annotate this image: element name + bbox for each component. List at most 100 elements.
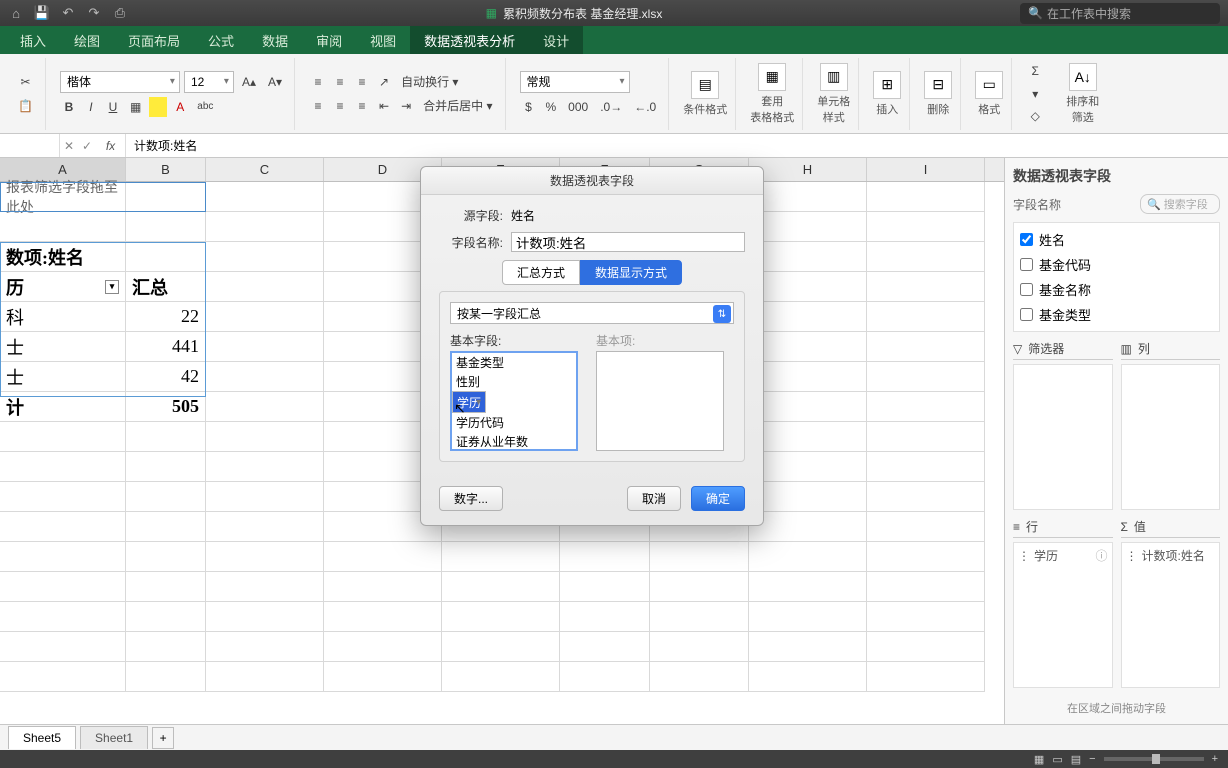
cond-format-group[interactable]: ▤条件格式 <box>675 58 736 130</box>
columns-area[interactable]: ▥列 <box>1121 340 1221 510</box>
decrease-indent-icon[interactable]: ⇤ <box>375 96 393 116</box>
list-item[interactable]: 证券从业年数 <box>452 432 576 451</box>
cut-icon[interactable]: ✂ <box>14 72 37 92</box>
pivot-header-values[interactable]: 数项:姓名 <box>0 242 126 272</box>
pivot-row-value[interactable]: 22 <box>126 302 206 332</box>
wrap-text-button[interactable]: 自动换行 ▾ <box>397 72 462 92</box>
pivot-total-header[interactable]: 汇总 <box>126 272 206 302</box>
list-item[interactable]: 学历代码 <box>452 413 576 432</box>
base-field-list[interactable]: 基金类型 性别 学历 学历代码 证券从业年数 任职天数 <box>450 351 578 451</box>
sheet-tab[interactable]: Sheet1 <box>80 726 148 749</box>
pivot-row-value[interactable]: 441 <box>126 332 206 362</box>
tab-insert[interactable]: 插入 <box>6 26 60 54</box>
orientation-icon[interactable]: ↗ <box>375 72 393 92</box>
paste-icon[interactable]: 📋 <box>14 96 37 116</box>
autosum-icon[interactable]: Σ <box>1026 62 1044 81</box>
list-item-selected[interactable]: 学历 <box>452 391 486 413</box>
tab-formula[interactable]: 公式 <box>194 26 248 54</box>
pivot-grand-total-value[interactable]: 505 <box>126 392 206 422</box>
increase-decimal-icon[interactable]: .0→ <box>596 97 626 117</box>
home-icon[interactable]: ⌂ <box>8 5 24 21</box>
formula-value[interactable]: 计数项:姓名 <box>126 137 1228 154</box>
font-color-icon[interactable]: A <box>171 97 189 117</box>
align-left-icon[interactable]: ≡ <box>309 96 327 116</box>
pivot-row-label[interactable]: 士 <box>0 332 126 362</box>
field-checkbox[interactable] <box>1020 233 1033 246</box>
decrease-decimal-icon[interactable]: ←.0 <box>630 97 660 117</box>
field-checkbox[interactable] <box>1020 308 1033 321</box>
currency-icon[interactable]: $ <box>520 97 538 117</box>
phonetic-icon[interactable]: abc <box>193 97 217 117</box>
field-item[interactable]: 基金代码 <box>1018 252 1215 277</box>
fx-icon[interactable]: fx <box>96 134 126 157</box>
insert-cells-group[interactable]: ⊞插入 <box>865 58 910 130</box>
tab-design[interactable]: 设计 <box>529 26 583 54</box>
tab-view[interactable]: 视图 <box>356 26 410 54</box>
cancel-button[interactable]: 取消 <box>627 486 681 511</box>
field-checkbox[interactable] <box>1020 283 1033 296</box>
align-center-icon[interactable]: ≡ <box>331 96 349 116</box>
bold-button[interactable]: B <box>60 97 78 117</box>
cell-styles-group[interactable]: ▥单元格 样式 <box>809 58 859 130</box>
pivot-row-value[interactable]: 42 <box>126 362 206 392</box>
row-filter-dropdown-icon[interactable]: ▾ <box>105 280 119 294</box>
field-item[interactable]: 基金类型 <box>1018 302 1215 327</box>
sort-filter-group[interactable]: A↓排序和 筛选 <box>1058 58 1107 130</box>
align-top-icon[interactable]: ≡ <box>309 72 327 92</box>
clear-icon[interactable]: ◇ <box>1026 107 1044 126</box>
col-I[interactable]: I <box>867 158 985 181</box>
number-format-button[interactable]: 数字... <box>439 486 503 511</box>
table-format-group[interactable]: ▦套用 表格格式 <box>742 58 803 130</box>
align-middle-icon[interactable]: ≡ <box>331 72 349 92</box>
field-search-input[interactable]: 🔍 搜索字段 <box>1140 194 1220 214</box>
tab-data[interactable]: 数据 <box>248 26 302 54</box>
tab-summarize-by[interactable]: 汇总方式 <box>502 260 580 285</box>
view-break-icon[interactable]: ▤ <box>1071 753 1081 766</box>
zoom-slider[interactable] <box>1104 757 1204 761</box>
percent-icon[interactable]: % <box>542 97 561 117</box>
decrease-font-icon[interactable]: A▾ <box>264 72 286 92</box>
tab-review[interactable]: 审阅 <box>302 26 356 54</box>
zoom-out-icon[interactable]: − <box>1089 753 1095 765</box>
add-sheet-button[interactable]: + <box>152 727 174 749</box>
undo-icon[interactable]: ↶ <box>60 5 76 21</box>
align-right-icon[interactable]: ≡ <box>353 96 371 116</box>
font-name-select[interactable]: 楷体 <box>60 71 180 93</box>
rows-area[interactable]: ≡行 ⋮学历ⓘ <box>1013 518 1113 688</box>
fill-icon[interactable]: ▾ <box>1026 84 1044 103</box>
merge-center-button[interactable]: 合并后居中 ▾ <box>419 96 496 116</box>
sheet-tab-active[interactable]: Sheet5 <box>8 726 76 749</box>
field-name-input[interactable] <box>511 232 745 252</box>
tab-layout[interactable]: 页面布局 <box>114 26 194 54</box>
border-icon[interactable]: ▦ <box>126 97 145 117</box>
list-item[interactable]: 基金类型 <box>452 353 576 372</box>
ok-button[interactable]: 确定 <box>691 486 745 511</box>
accept-formula-icon[interactable]: ✓ <box>78 139 96 153</box>
field-item[interactable]: 基金名称 <box>1018 277 1215 302</box>
delete-cells-group[interactable]: ⊟删除 <box>916 58 961 130</box>
show-values-as-select[interactable]: 按某一字段汇总 ⇅ <box>450 302 734 324</box>
underline-button[interactable]: U <box>104 97 122 117</box>
col-C[interactable]: C <box>206 158 324 181</box>
zoom-in-icon[interactable]: + <box>1212 753 1218 765</box>
col-B[interactable]: B <box>126 158 206 181</box>
redo-icon[interactable]: ↷ <box>86 5 102 21</box>
print-icon[interactable]: ⎙ <box>112 5 128 21</box>
view-normal-icon[interactable]: ▦ <box>1034 753 1044 766</box>
tab-show-values-as[interactable]: 数据显示方式 <box>580 260 682 285</box>
tab-draw[interactable]: 绘图 <box>60 26 114 54</box>
info-icon[interactable]: ⓘ <box>1095 547 1107 564</box>
increase-font-icon[interactable]: A▴ <box>238 72 260 92</box>
filters-area[interactable]: ▽筛选器 <box>1013 340 1113 510</box>
name-box[interactable] <box>0 134 60 157</box>
rows-area-item[interactable]: ⋮学历ⓘ <box>1018 547 1108 564</box>
save-icon[interactable]: 💾 <box>34 5 50 21</box>
italic-button[interactable]: I <box>82 97 100 117</box>
number-format-select[interactable]: 常规 <box>520 71 630 93</box>
field-checkbox[interactable] <box>1020 258 1033 271</box>
fill-color-icon[interactable] <box>149 97 167 117</box>
increase-indent-icon[interactable]: ⇥ <box>397 96 415 116</box>
cancel-formula-icon[interactable]: ✕ <box>60 139 78 153</box>
pivot-row-label[interactable]: 士 <box>0 362 126 392</box>
values-area-item[interactable]: ⋮计数项:姓名 <box>1126 547 1216 564</box>
